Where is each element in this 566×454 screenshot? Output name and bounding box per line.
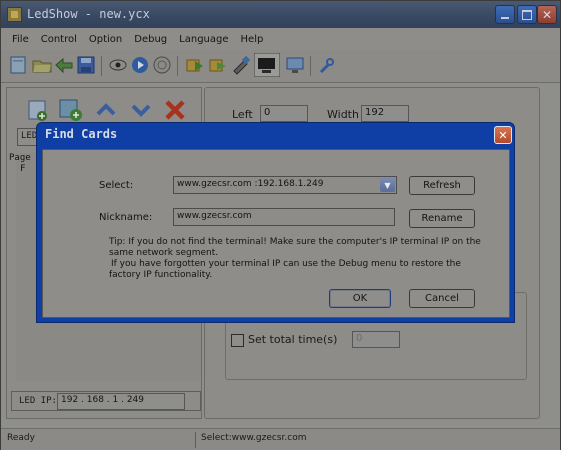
move-up-icon[interactable] (92, 96, 120, 124)
send-icon[interactable] (185, 55, 205, 75)
rename-button[interactable]: Rename (409, 209, 475, 228)
toolbar-separator (177, 56, 178, 76)
left-field[interactable]: 0 (260, 105, 308, 122)
menu-debug[interactable]: Debug (128, 34, 173, 45)
tip-line-2: same network segment. (109, 248, 219, 258)
delete-icon[interactable] (161, 96, 189, 124)
tree-child-item[interactable]: F (20, 164, 25, 174)
status-ready: Ready (7, 433, 35, 443)
ok-button[interactable]: OK (329, 289, 391, 308)
led-ip-label: LED IP: (19, 396, 57, 406)
play-icon[interactable] (130, 55, 150, 75)
tip-line-3: If you have forgotten your terminal IP c… (111, 259, 461, 269)
refresh-button[interactable]: Refresh (409, 176, 475, 195)
nickname-field[interactable]: www.gzecsr.com (173, 208, 395, 226)
stop-icon[interactable] (152, 55, 172, 75)
tree-root-page[interactable]: Page (9, 153, 31, 163)
card-select-value: www.gzecsr.com :192.168.1.249 (177, 179, 324, 189)
screen-icon[interactable] (285, 55, 305, 75)
width-label: Width (327, 108, 359, 121)
move-down-icon[interactable] (127, 96, 155, 124)
maximize-icon (518, 6, 536, 23)
menu-help[interactable]: Help (235, 34, 270, 45)
tip-text: Tip: If you do not find the terminal! Ma… (109, 237, 509, 281)
dialog-body: Select: www.gzecsr.com :192.168.1.249 ▼ … (42, 149, 510, 318)
close-button[interactable]: ✕ (537, 5, 557, 24)
tip-line-1: Tip: If you do not find the terminal! Ma… (109, 237, 481, 247)
status-divider (195, 432, 196, 448)
monitor-icon[interactable] (254, 53, 280, 77)
cancel-button[interactable]: Cancel (409, 289, 475, 308)
add-page-icon[interactable] (24, 96, 52, 124)
toolbar-separator (310, 56, 311, 76)
status-selection: Select:www.gzecsr.com (201, 433, 307, 443)
add-area-icon[interactable] (56, 96, 84, 124)
left-label: Left (232, 108, 253, 121)
open-folder-icon[interactable] (32, 55, 52, 75)
nickname-label: Nickname: (99, 212, 153, 223)
minimize-icon (496, 6, 514, 23)
maximize-button[interactable] (517, 5, 537, 24)
menu-language[interactable]: Language (173, 34, 234, 45)
menu-option[interactable]: Option (83, 34, 128, 45)
usb-drive-icon[interactable] (231, 55, 251, 75)
chevron-down-icon[interactable]: ▼ (380, 178, 395, 192)
set-total-time-checkbox[interactable] (231, 334, 244, 347)
status-bar: Ready Select:www.gzecsr.com (1, 428, 560, 450)
wrench-icon[interactable] (317, 55, 337, 75)
window-titlebar[interactable]: LedShow - new.ycx ✕ (1, 1, 560, 28)
menu-bar: File Control Option Debug Language Help (1, 28, 560, 50)
toolbar (1, 50, 560, 83)
back-arrow-icon[interactable] (54, 55, 74, 75)
select-label: Select: (99, 180, 134, 191)
menu-control[interactable]: Control (35, 34, 83, 45)
preview-eye-icon[interactable] (108, 55, 128, 75)
set-total-time-label: Set total time(s) (248, 333, 338, 346)
window-title: LedShow - new.ycx (27, 7, 150, 21)
total-time-field[interactable]: 0 (352, 331, 400, 348)
menu-file[interactable]: File (6, 34, 35, 45)
led-ip-field[interactable]: 192 . 168 . 1 . 249 (57, 393, 185, 410)
width-field[interactable]: 192 (361, 105, 409, 122)
send-all-icon[interactable] (208, 55, 228, 75)
card-select-dropdown[interactable]: www.gzecsr.com :192.168.1.249 ▼ (173, 176, 397, 194)
save-icon[interactable] (76, 55, 96, 75)
find-cards-dialog: Find Cards ✕ Select: www.gzecsr.com :192… (36, 122, 515, 323)
close-icon: ✕ (541, 7, 553, 22)
minimize-button[interactable] (495, 5, 515, 24)
app-logo-icon (7, 7, 22, 22)
new-file-icon[interactable] (8, 55, 28, 75)
tip-line-4: factory IP functionality. (109, 270, 213, 280)
toolbar-separator (101, 56, 102, 76)
dialog-title: Find Cards (45, 127, 118, 141)
close-icon: ✕ (498, 128, 508, 142)
dialog-close-button[interactable]: ✕ (494, 126, 512, 144)
